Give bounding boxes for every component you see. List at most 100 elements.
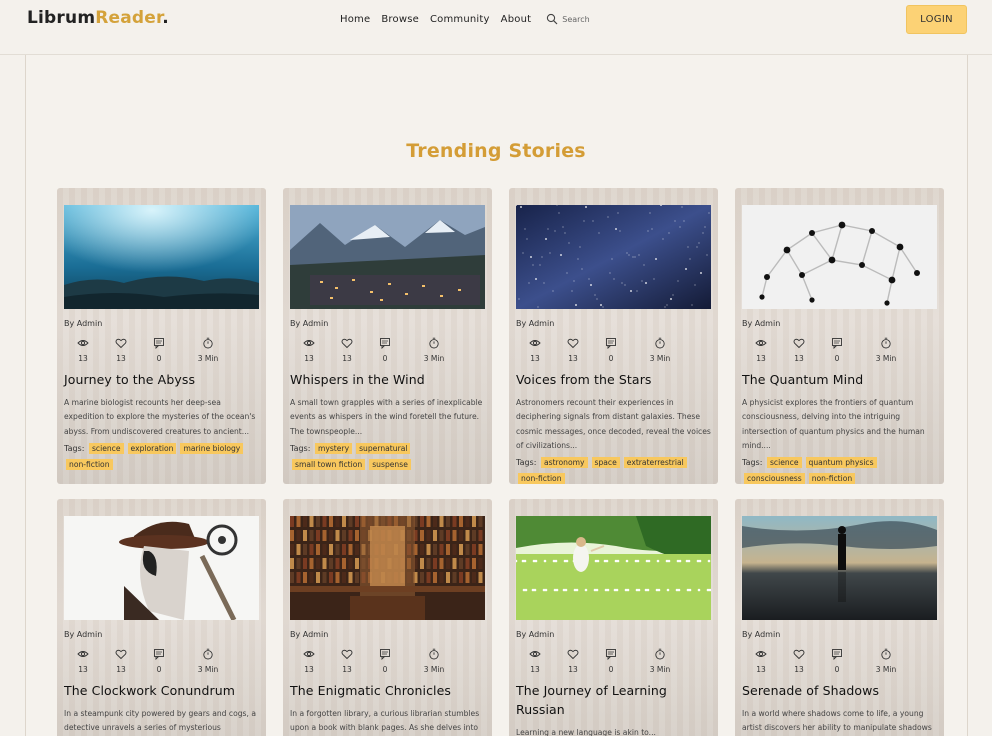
story-card[interactable]: By Admin 13 13 0 3 Min Voices from the Stars A… [509, 188, 718, 484]
story-thumbnail[interactable] [64, 205, 259, 309]
story-card[interactable]: By Admin 13 13 0 3 Min Journey to the Abyss A … [57, 188, 266, 484]
views-count: 13 [78, 354, 88, 363]
tag[interactable]: non-fiction [808, 473, 856, 484]
comments-stat[interactable]: 0 [140, 645, 178, 674]
search-box [546, 13, 643, 25]
main-nav: Home Browse Community About [340, 13, 643, 25]
comment-icon[interactable] [605, 334, 617, 353]
story-title[interactable]: The Quantum Mind [742, 371, 937, 390]
story-title[interactable]: Journey to the Abyss [64, 371, 259, 390]
login-button[interactable]: LOGIN [906, 5, 967, 34]
tag[interactable]: science [766, 457, 802, 469]
likes-stat[interactable]: 13 [328, 334, 366, 363]
story-author: By Admin [290, 319, 329, 328]
comment-icon[interactable] [153, 334, 165, 353]
comments-stat[interactable]: 0 [140, 334, 178, 363]
story-thumbnail[interactable] [742, 205, 937, 309]
search-input[interactable] [562, 14, 643, 24]
nav-home[interactable]: Home [340, 14, 370, 25]
story-thumbnail[interactable] [64, 516, 259, 620]
tag[interactable]: space [591, 457, 620, 469]
story-author: By Admin [742, 630, 781, 639]
story-description: In a steampunk city powered by gears and… [64, 708, 256, 733]
heart-icon[interactable] [567, 645, 579, 664]
story-thumbnail[interactable] [290, 205, 485, 309]
tag[interactable]: consciousness [744, 473, 805, 484]
likes-stat[interactable]: 13 [102, 645, 140, 674]
tags-row: Tags: science quantum physicsconsciousnes… [742, 455, 937, 484]
comments-stat[interactable]: 0 [366, 334, 404, 363]
story-thumbnail[interactable] [516, 205, 711, 309]
comments-stat[interactable]: 0 [366, 645, 404, 674]
story-thumbnail[interactable] [742, 516, 937, 620]
story-title[interactable]: The Clockwork Conundrum [64, 682, 259, 701]
likes-stat[interactable]: 13 [328, 645, 366, 674]
story-thumbnail[interactable] [290, 516, 485, 620]
comment-icon[interactable] [605, 645, 617, 664]
comment-icon[interactable] [379, 645, 391, 664]
read-time-stat: 3 Min [178, 645, 238, 674]
nav-about[interactable]: About [501, 14, 532, 25]
comments-count: 0 [156, 354, 162, 363]
story-card[interactable]: By Admin 13 13 0 3 Min Serenade of Shadows In … [735, 499, 944, 736]
heart-icon[interactable] [115, 645, 127, 664]
tag[interactable]: small town fiction [292, 459, 366, 471]
site-logo[interactable]: LibrumReader. [27, 8, 169, 28]
heart-icon[interactable] [341, 645, 353, 664]
story-title[interactable]: The Journey of Learning Russian [516, 682, 711, 720]
story-title[interactable]: Serenade of Shadows [742, 682, 937, 701]
tag[interactable]: suspense [369, 459, 411, 471]
nav-community[interactable]: Community [430, 14, 490, 25]
tag[interactable]: extraterrestrial [623, 457, 687, 469]
likes-stat[interactable]: 13 [780, 645, 818, 674]
tags-row: Tags: mystery supernatural small town fict… [290, 441, 485, 473]
story-author: By Admin [64, 630, 103, 639]
heart-icon[interactable] [793, 645, 805, 664]
timer-icon [654, 334, 666, 353]
likes-stat[interactable]: 13 [554, 334, 592, 363]
comments-count: 0 [608, 354, 614, 363]
nav-browse[interactable]: Browse [381, 14, 419, 25]
story-card[interactable]: By Admin 13 13 0 3 Min The Enigmatic Chronicl… [283, 499, 492, 736]
heart-icon[interactable] [793, 334, 805, 353]
tag[interactable]: exploration [127, 443, 177, 455]
heart-icon[interactable] [341, 334, 353, 353]
story-title[interactable]: Voices from the Stars [516, 371, 711, 390]
tag[interactable]: supernatural [356, 443, 411, 455]
comments-stat[interactable]: 0 [592, 645, 630, 674]
comment-icon[interactable] [153, 645, 165, 664]
story-card[interactable]: By Admin 13 13 0 3 Min The Quantum Mind A phys… [735, 188, 944, 484]
views-stat: 13 [64, 645, 102, 674]
views-stat: 13 [516, 645, 554, 674]
comment-icon[interactable] [379, 334, 391, 353]
story-thumbnail[interactable] [516, 516, 711, 620]
story-title[interactable]: The Enigmatic Chronicles [290, 682, 485, 701]
comments-stat[interactable]: 0 [592, 334, 630, 363]
tag[interactable]: non-fiction [518, 473, 565, 484]
comment-icon[interactable] [831, 645, 843, 664]
story-card[interactable]: By Admin 13 13 0 3 Min The Journey of Learnin… [509, 499, 718, 736]
tag[interactable]: science [88, 443, 124, 455]
logo-part-librum: Librum [27, 8, 96, 28]
story-card[interactable]: By Admin 13 13 0 3 Min The Clockwork Conundru… [57, 499, 266, 736]
tags-label: Tags: [516, 458, 537, 468]
views-stat: 13 [742, 645, 780, 674]
story-title[interactable]: Whispers in the Wind [290, 371, 485, 390]
comment-icon[interactable] [831, 334, 843, 353]
tag[interactable]: astronomy [540, 457, 588, 469]
tag[interactable]: non-fiction [66, 459, 113, 471]
heart-icon[interactable] [115, 334, 127, 353]
timer-icon [428, 334, 440, 353]
story-card[interactable]: By Admin 13 13 0 3 Min Whispers in the Wind A … [283, 188, 492, 484]
tag[interactable]: mystery [314, 443, 353, 455]
comments-stat[interactable]: 0 [818, 334, 856, 363]
tag[interactable]: quantum physics [805, 457, 877, 469]
likes-stat[interactable]: 13 [102, 334, 140, 363]
likes-stat[interactable]: 13 [554, 645, 592, 674]
likes-stat[interactable]: 13 [780, 334, 818, 363]
heart-icon[interactable] [567, 334, 579, 353]
tag[interactable]: marine biology [180, 443, 244, 455]
search-icon[interactable] [546, 13, 558, 25]
comments-stat[interactable]: 0 [818, 645, 856, 674]
comments-count: 0 [834, 665, 840, 674]
